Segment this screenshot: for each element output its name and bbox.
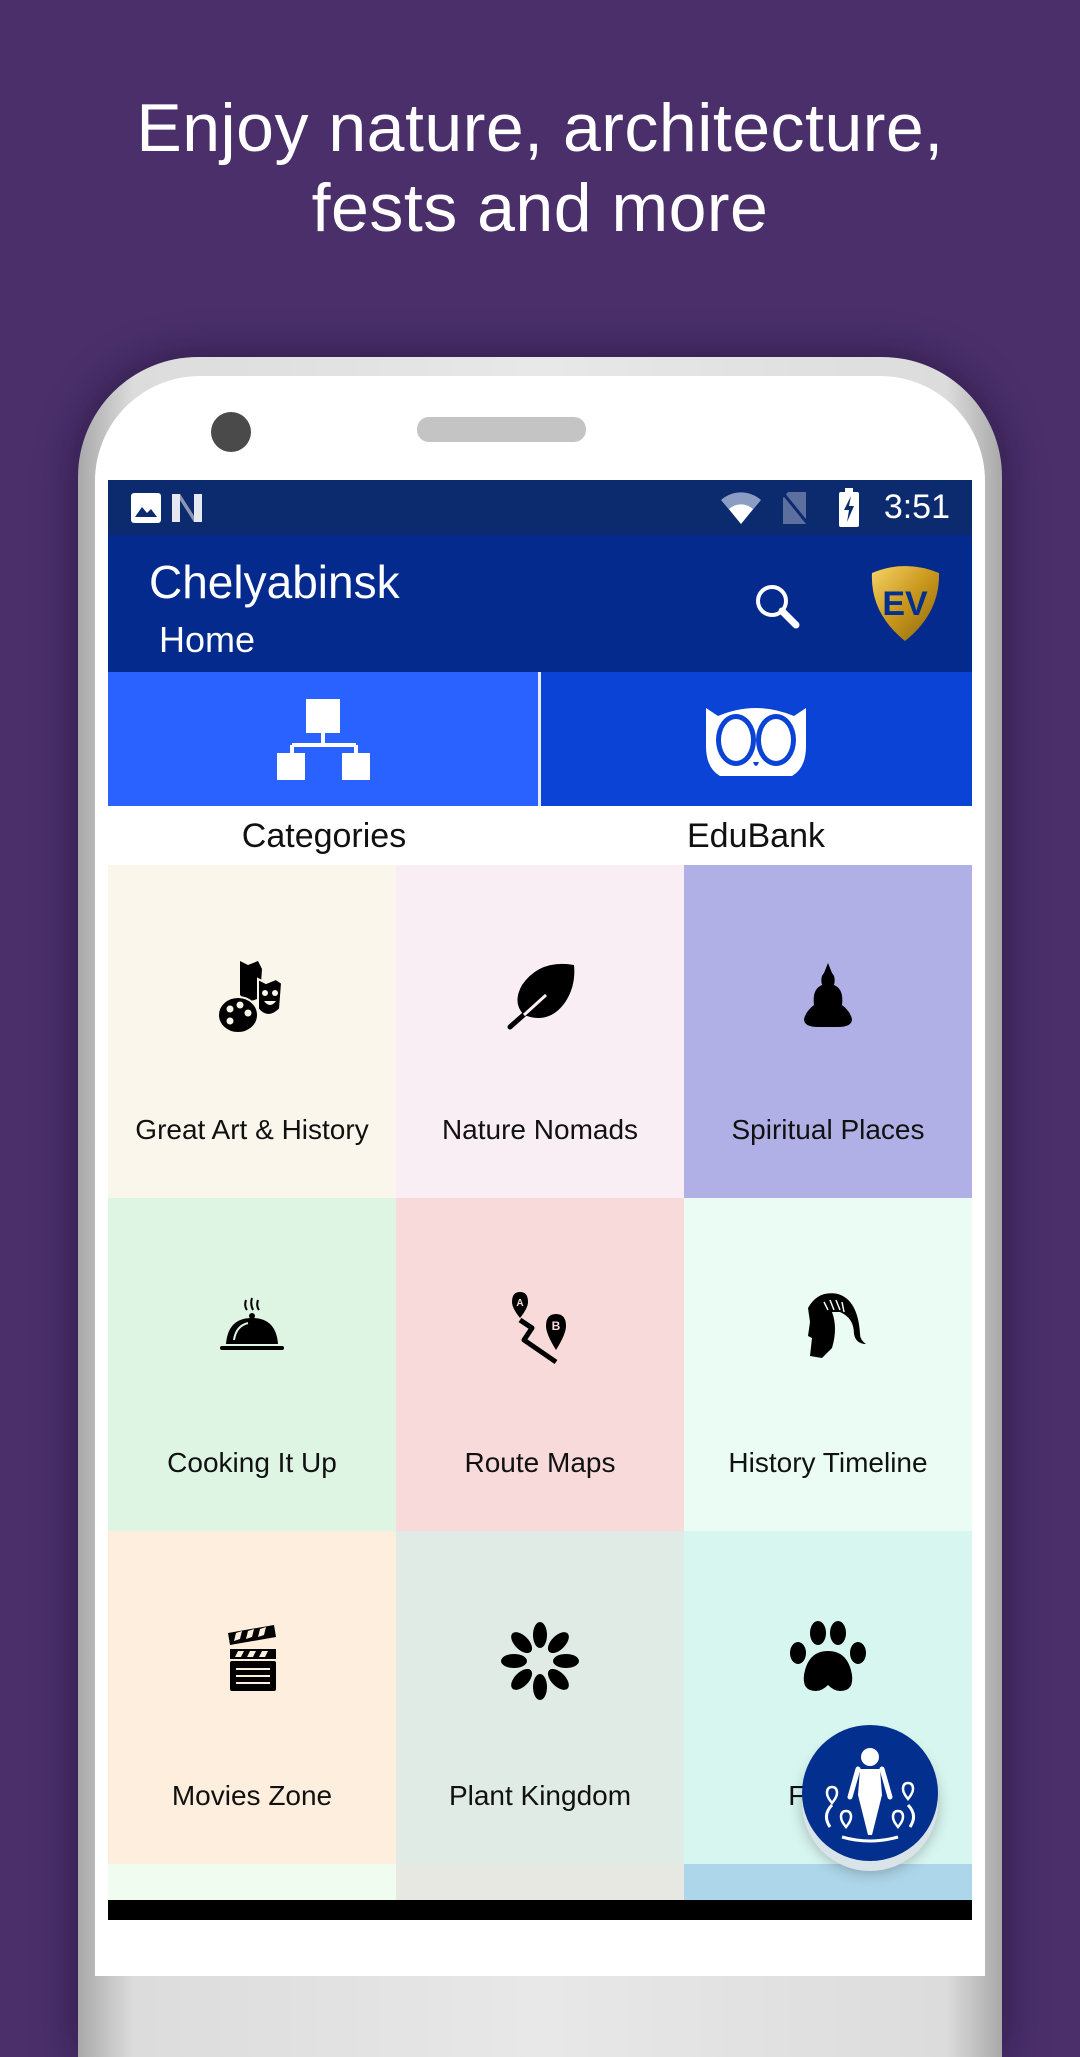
owl-icon bbox=[706, 708, 806, 776]
ev-shield-logo-icon: EV bbox=[871, 566, 940, 641]
svg-text:B: B bbox=[552, 1319, 561, 1333]
promo-headline-line2: fests and more bbox=[311, 170, 769, 246]
category-label: Spiritual Places bbox=[731, 1114, 925, 1145]
category-label: Cooking It Up bbox=[167, 1447, 337, 1478]
tab-categories[interactable] bbox=[108, 672, 538, 806]
n-app-icon bbox=[170, 492, 206, 529]
status-time: 3:51 bbox=[883, 488, 950, 526]
category-label: Plant Kingdom bbox=[448, 1780, 632, 1811]
search-button[interactable] bbox=[748, 577, 808, 637]
category-history-timeline[interactable]: History Timeline bbox=[684, 1198, 972, 1531]
app-subtitle: Home bbox=[159, 619, 256, 660]
app-screen: 3:51 Chelyabinsk Home EV Categories EduB… bbox=[108, 480, 972, 1920]
app-logo-button[interactable]: EV bbox=[868, 563, 943, 643]
tab-edubank[interactable] bbox=[541, 672, 972, 806]
category-spiritual-places[interactable]: Spiritual Places bbox=[684, 865, 972, 1198]
category-great-art-history[interactable]: Great Art & History bbox=[108, 865, 396, 1198]
explore-nearby-button[interactable] bbox=[802, 1725, 938, 1861]
buddha-icon bbox=[804, 963, 852, 1027]
category-nature-nomads[interactable]: Nature Nomads bbox=[396, 865, 684, 1198]
flower-icon bbox=[501, 1622, 579, 1700]
route-map-icon: A B bbox=[512, 1292, 566, 1365]
hierarchy-icon bbox=[277, 699, 370, 780]
search-icon bbox=[756, 585, 800, 629]
explore-nearby-icon bbox=[825, 1748, 915, 1843]
phone-camera bbox=[211, 412, 251, 452]
spartan-helmet-icon bbox=[808, 1293, 866, 1358]
phone-speaker bbox=[417, 417, 586, 442]
category-label: Great Art & History bbox=[135, 1114, 369, 1145]
category-plant-kingdom[interactable]: Plant Kingdom bbox=[396, 1531, 684, 1864]
status-bar: 3:51 bbox=[108, 480, 972, 535]
art-masks-palette-icon bbox=[217, 961, 284, 1034]
leaf-icon bbox=[507, 963, 575, 1030]
category-partial[interactable] bbox=[684, 1864, 972, 1904]
category-partial[interactable] bbox=[396, 1864, 684, 1904]
promo-headline-line1: Enjoy nature, architecture, bbox=[136, 90, 944, 166]
category-movies-zone[interactable]: Movies Zone bbox=[108, 1531, 396, 1864]
clapperboard-icon bbox=[228, 1625, 276, 1691]
tab-categories-label[interactable]: Categories bbox=[108, 806, 540, 865]
category-label: Nature Nomads bbox=[441, 1114, 639, 1145]
image-icon bbox=[130, 492, 162, 529]
logo-text: EV bbox=[882, 585, 928, 623]
category-label: Movies Zone bbox=[171, 1780, 333, 1811]
cloche-icon bbox=[220, 1297, 284, 1350]
app-bar: Chelyabinsk Home EV bbox=[108, 535, 972, 672]
wifi-icon bbox=[720, 490, 762, 531]
tab-edubank-label[interactable]: EduBank bbox=[540, 806, 972, 865]
paw-icon bbox=[790, 1621, 866, 1691]
navigation-bar bbox=[108, 1900, 972, 1920]
tab-bar bbox=[108, 672, 972, 806]
category-route-maps[interactable]: A B Route Maps bbox=[396, 1198, 684, 1531]
category-label: History Timeline bbox=[728, 1447, 928, 1478]
category-cooking-it-up[interactable]: Cooking It Up bbox=[108, 1198, 396, 1531]
app-title: Chelyabinsk bbox=[149, 556, 400, 608]
svg-text:A: A bbox=[516, 1298, 523, 1309]
no-sim-icon bbox=[780, 490, 810, 531]
promo-headline: Enjoy nature, architecture, fests and mo… bbox=[0, 88, 1080, 248]
battery-charging-icon bbox=[838, 488, 860, 533]
category-label: Route Maps bbox=[464, 1447, 616, 1478]
category-partial[interactable] bbox=[108, 1864, 396, 1904]
